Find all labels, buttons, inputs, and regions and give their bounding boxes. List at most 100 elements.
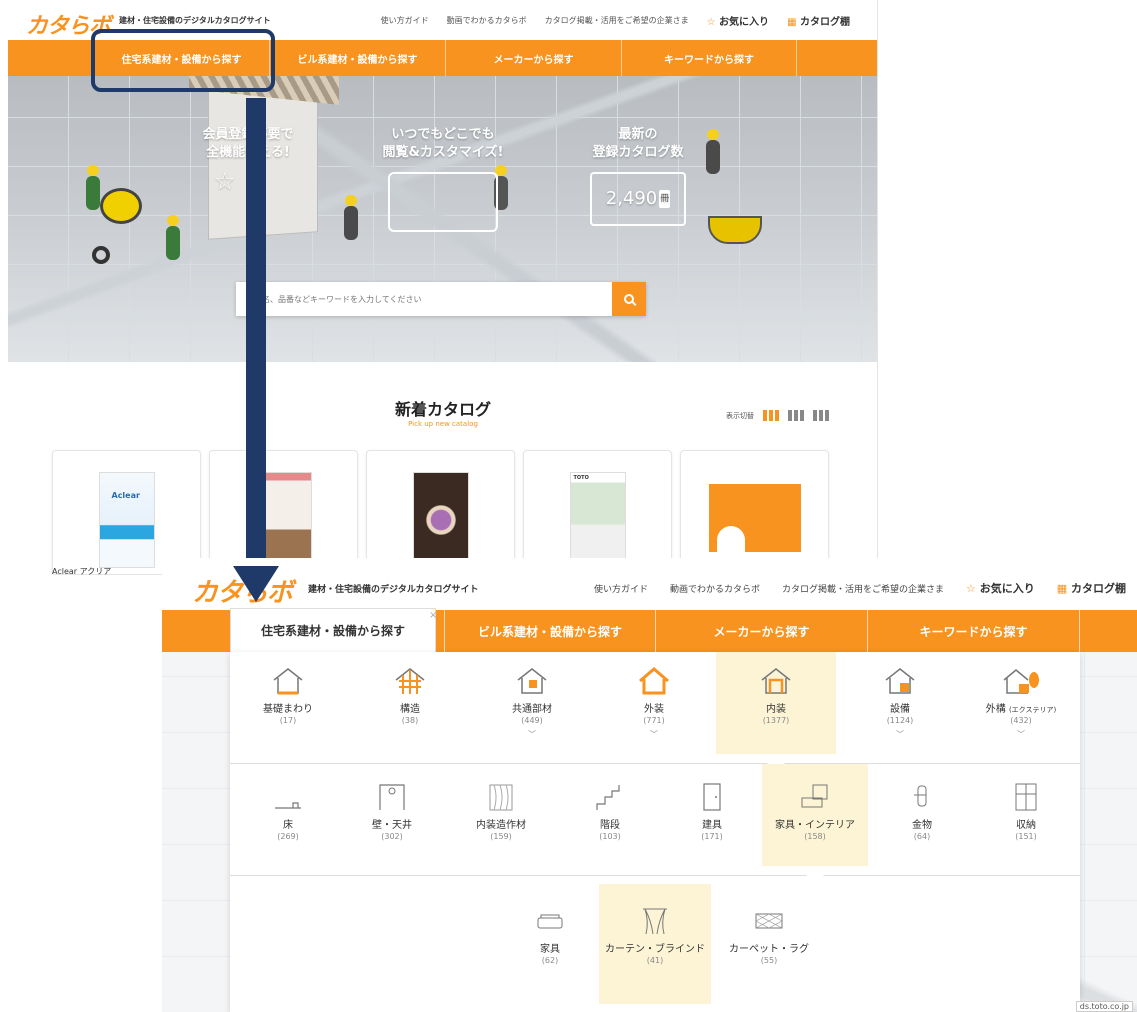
subcategory-hardware[interactable]: 金物 (64): [872, 782, 972, 841]
feature-title: 登録カタログ数: [592, 145, 684, 160]
house-frame-icon: [395, 668, 425, 694]
search-icon: [624, 294, 634, 304]
guide-link[interactable]: 使い方ガイド: [594, 582, 648, 595]
catalog-card[interactable]: [366, 450, 515, 575]
cabinet-icon: [1015, 783, 1037, 811]
subcategory-furniture-interior[interactable]: 家具・インテリア (158): [762, 764, 868, 866]
house-parts-icon: [517, 668, 547, 694]
subcategory-label: 階段: [600, 820, 620, 831]
tab-keyword[interactable]: キーワードから探す: [621, 40, 797, 76]
tab-keyword[interactable]: キーワードから探す: [867, 610, 1080, 652]
catalog-shelf-link[interactable]: ▦ カタログ棚: [1057, 580, 1126, 596]
subcategory-label: 建具: [702, 820, 722, 831]
category-count: (38): [401, 716, 419, 725]
catalog-card[interactable]: [680, 450, 829, 575]
selection-pointer: [805, 866, 825, 876]
devices-icon: [388, 172, 498, 232]
subcategory-stairs[interactable]: 階段 (103): [560, 782, 660, 841]
company-link[interactable]: カタログ掲載・活用をご希望の企業さま: [782, 582, 944, 595]
category-count: (771): [643, 716, 665, 725]
tab-housing[interactable]: 住宅系建材・設備から探す: [230, 608, 436, 652]
subcategory-fittings[interactable]: 建具 (171): [662, 782, 762, 841]
curtain-icon: [643, 908, 667, 935]
star-icon: ☆: [706, 17, 716, 28]
subcategory-wall-ceiling[interactable]: 壁・天井 (302): [342, 782, 442, 841]
subcategory-count: (158): [804, 832, 826, 841]
favorites-label: お気に入り: [979, 582, 1035, 595]
catalog-card[interactable]: Aclear: [52, 450, 201, 575]
site-tagline: 建材・住宅設備のデジタルカタログサイト: [308, 585, 479, 595]
tab-maker[interactable]: メーカーから探す: [655, 610, 867, 652]
item-label: カーペット・ラグ: [729, 944, 809, 955]
item-furniture[interactable]: 家具 (62): [500, 906, 600, 965]
header-links: 使い方ガイド 動画でわかるカタらボ カタログ掲載・活用をご希望の企業さま ☆ お…: [594, 580, 1126, 596]
subcategory-interior-finish[interactable]: 内装造作材 (159): [446, 782, 556, 841]
search-input[interactable]: [236, 282, 606, 316]
subcategory-floor[interactable]: 床 (269): [238, 782, 338, 841]
guide-link[interactable]: 使い方ガイド: [381, 15, 429, 26]
search-button[interactable]: [612, 282, 646, 316]
company-link[interactable]: カタログ掲載・活用をご希望の企業さま: [545, 15, 689, 26]
category-structure[interactable]: 構造 (38): [360, 666, 460, 725]
new-catalog-subtitle: Pick up new catalog: [408, 420, 478, 428]
handle-icon: [914, 785, 927, 807]
subcategory-label: 床: [283, 820, 293, 831]
view-switch-label: 表示切替: [726, 411, 754, 420]
catalog-cover: [412, 472, 469, 568]
arrow-shaft: [246, 98, 266, 566]
category-foundation[interactable]: 基礎まわり (17): [238, 666, 338, 725]
search-bar: [236, 282, 646, 316]
category-count: (1124): [886, 716, 914, 725]
grid-small-icon[interactable]: [813, 410, 829, 421]
catalog-card[interactable]: [209, 450, 358, 575]
house-exterior-icon: [639, 667, 669, 695]
feature-title: 最新の: [618, 127, 658, 142]
catalog-cover: [708, 484, 801, 552]
arrow-down-icon: [233, 566, 279, 602]
close-icon[interactable]: ×: [429, 610, 437, 621]
catalog-card[interactable]: TOTO: [523, 450, 672, 575]
category-common-parts[interactable]: 共通部材 (449) ﹀: [482, 666, 582, 740]
category-label: 構造: [400, 704, 420, 715]
category-label: 外構 (エクステリア): [966, 700, 1076, 715]
subcategory-count: (151): [1015, 832, 1037, 841]
favorites-link[interactable]: ☆ お気に入り: [707, 13, 769, 28]
favorites-link[interactable]: ☆ お気に入り: [966, 580, 1035, 596]
bottom-screenshot: カタらボ 建材・住宅設備のデジタルカタログサイト 使い方ガイド 動画でわかるカタ…: [162, 558, 1137, 1012]
house-foundation-icon: [273, 668, 303, 695]
category-exterior[interactable]: 外装 (771) ﹀: [604, 666, 704, 740]
category-exterior-works[interactable]: 外構 (エクステリア) (432) ﹀: [966, 666, 1076, 740]
catalog-shelf-label: カタログ棚: [1071, 582, 1127, 595]
subcategory-label: 内装造作材: [476, 820, 526, 831]
tab-building[interactable]: ビル系建材・設備から探す: [269, 40, 445, 76]
main-nav: 住宅系建材・設備から探す ビル系建材・設備から探す メーカーから探す キーワード…: [162, 608, 1137, 652]
video-link[interactable]: 動画でわかるカタらボ: [447, 15, 527, 26]
subcategory-count: (269): [277, 832, 299, 841]
catalog-shelf-label: カタログ棚: [800, 17, 850, 28]
catalog-count: 2,490: [605, 188, 658, 209]
feature-title: いつでもどこでも: [391, 127, 495, 142]
category-count: (432): [1010, 716, 1032, 725]
worker-figure: [166, 215, 180, 260]
selection-pointer: [766, 754, 786, 764]
item-curtain-blind[interactable]: カーテン・ブラインド (41): [599, 884, 711, 1004]
item-carpet-rug[interactable]: カーペット・ラグ (55): [714, 906, 824, 965]
grid-large-icon[interactable]: [763, 410, 779, 421]
catalog-shelf-link[interactable]: ▦ カタログ棚: [787, 13, 850, 28]
grid-medium-icon[interactable]: [788, 410, 804, 421]
annotated-screenshot: カタらボ 建材・住宅設備のデジタルカタログサイト 使い方ガイド 動画でわかるカタ…: [0, 0, 1137, 1012]
category-label: 基礎まわり: [263, 704, 313, 715]
tab-building[interactable]: ビル系建材・設備から探す: [444, 610, 655, 652]
feature-anywhere: いつでもどこでも 閲覧&カスタマイズ!: [368, 126, 518, 232]
chevron-down-icon: ﹀: [650, 730, 658, 739]
category-equipment[interactable]: 設備 (1124) ﹀: [850, 666, 950, 740]
shelf-icon: ▦: [1056, 582, 1068, 595]
category-interior[interactable]: 内装 (1377): [716, 652, 836, 754]
subcategory-storage[interactable]: 収納 (151): [976, 782, 1076, 841]
category-panel: 基礎まわり (17) 構造 (38) 共通部材 (449) ﹀ 外装 (771)…: [230, 652, 1080, 1012]
item-row: 家具 (62) カーテン・ブラインド (41) カーペット・ラグ (55): [230, 876, 1080, 1012]
house-equipment-icon: [885, 668, 915, 694]
worker-figure: [706, 129, 720, 174]
tab-maker[interactable]: メーカーから探す: [445, 40, 621, 76]
video-link[interactable]: 動画でわかるカタらボ: [670, 582, 760, 595]
